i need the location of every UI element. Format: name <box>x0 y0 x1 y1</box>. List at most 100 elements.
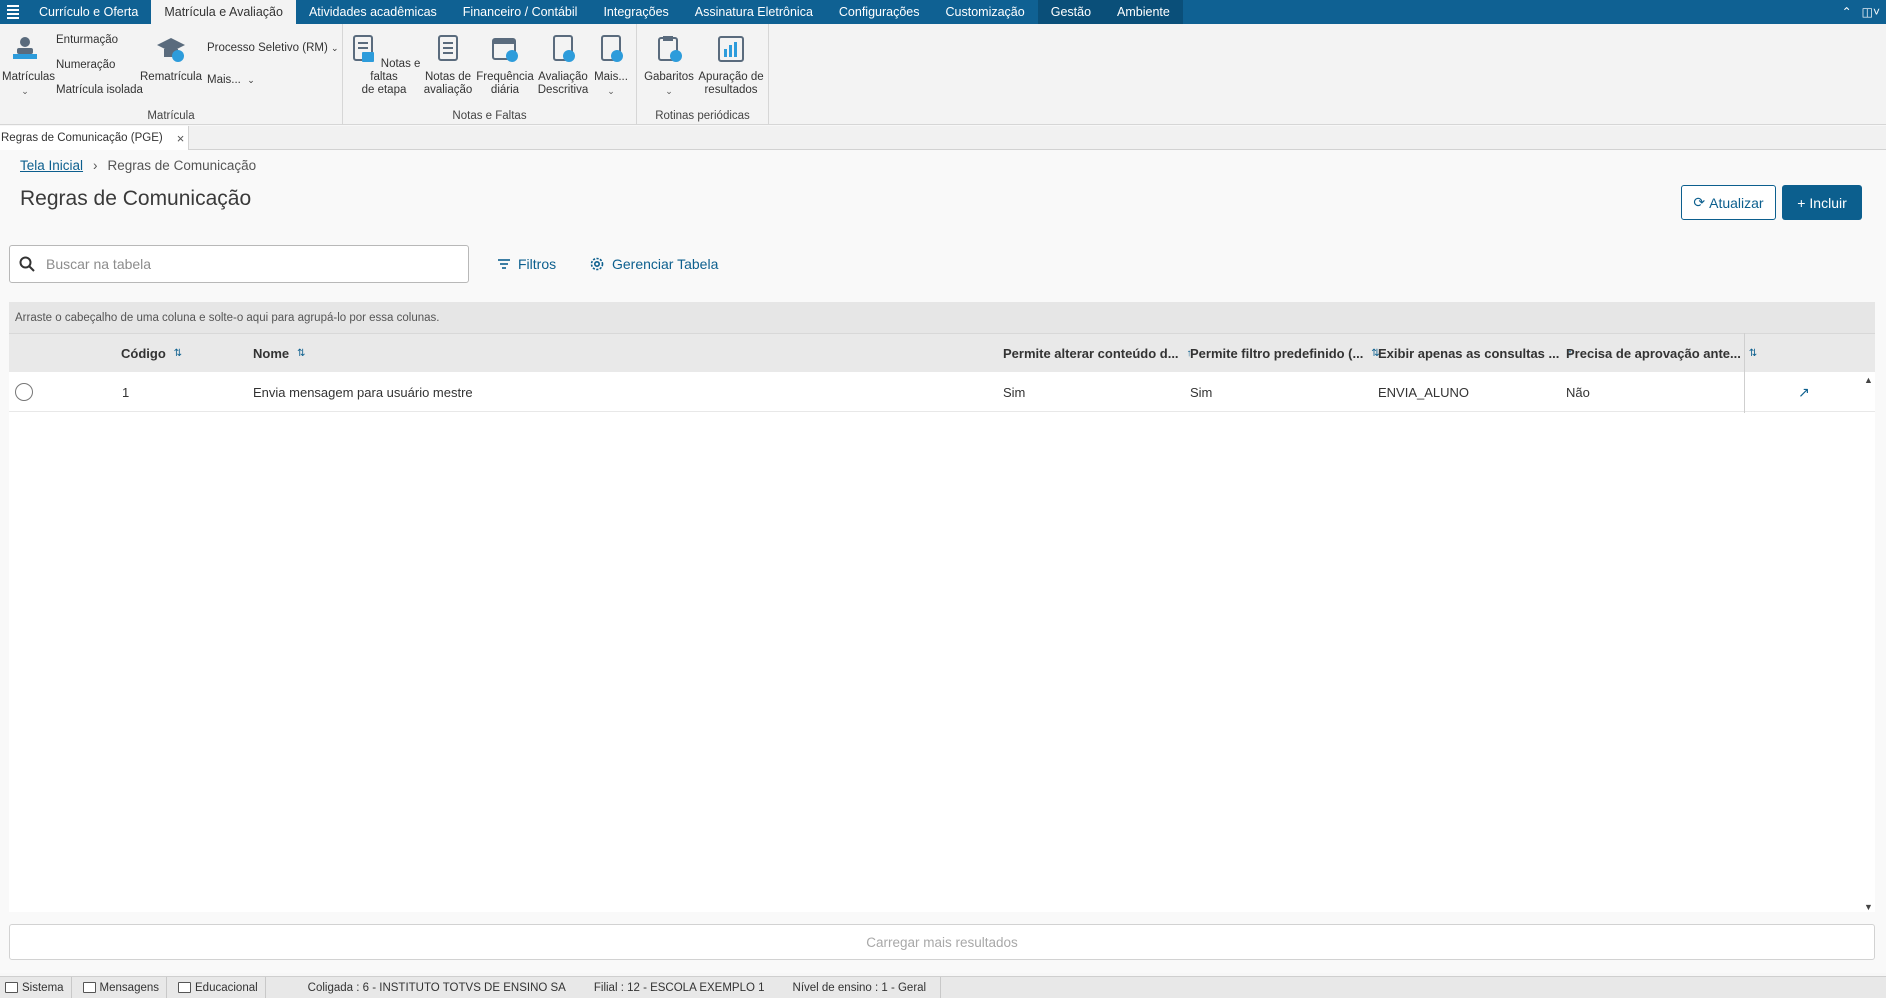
ribbon-group-notas: Notas e faltas de etapa Notas de avaliação… <box>343 24 637 125</box>
table-row[interactable]: 1 Envia mensagem para usuário mestre Sim… <box>9 372 1875 412</box>
sort-icon[interactable]: ⇅ <box>297 348 305 359</box>
sort-icon[interactable]: ⇅ <box>1749 348 1757 359</box>
chevron-down-icon: ⌄ <box>665 86 673 96</box>
clipboard-check-icon <box>658 36 682 62</box>
enturmacao-button[interactable]: Enturmação <box>56 34 118 46</box>
search-icon <box>19 256 35 272</box>
cell-precisa-aprovacao: Não <box>1566 384 1590 400</box>
message-icon <box>82 982 96 993</box>
apuracao-resultados-button[interactable]: Apuração de resultados <box>697 34 765 97</box>
scrollbar[interactable]: ▲ ▼ <box>1862 372 1875 912</box>
column-header-exibir-consultas[interactable]: Exibir apenas as consultas ... ↑ <box>1378 334 1572 373</box>
scroll-down-icon[interactable]: ▼ <box>1864 902 1873 912</box>
cell-permite-filtro: Sim <box>1190 384 1213 400</box>
ribbon-group-label: Notas e Faltas <box>452 110 527 122</box>
chevron-down-icon: ⌄ <box>21 86 29 96</box>
ribbon: Matrículas ⌄ Enturmação Numeração Matríc… <box>0 24 1886 125</box>
breadcrumb-current: Regras de Comunicação <box>107 158 257 173</box>
plus-icon: + <box>1797 194 1806 211</box>
manage-table-button[interactable]: Gerenciar Tabela <box>589 245 718 283</box>
graduation-cap-icon <box>157 38 185 62</box>
teacher-icon <box>13 37 37 59</box>
mais-matricula-button[interactable]: Mais... ⌄ <box>207 74 255 86</box>
notas-avaliacao-button[interactable]: Notas de avaliação <box>422 34 474 97</box>
app-icon <box>178 982 192 993</box>
page-title: Regras de Comunicação <box>20 187 252 210</box>
cell-exibir-consultas: ENVIA_ALUNO <box>1378 384 1470 400</box>
column-divider <box>1744 333 1745 413</box>
menu-grid-icon[interactable] <box>0 0 26 24</box>
radio-button[interactable] <box>15 383 33 401</box>
search-box <box>9 245 469 283</box>
chevron-down-icon: ⌄ <box>331 43 339 53</box>
mais-notas-button[interactable]: Mais... ⌄ <box>592 34 630 98</box>
monitor-icon <box>5 982 18 993</box>
ribbon-group-rotinas: Gabaritos ⌄ Apuração de resultados Rotina… <box>637 24 769 125</box>
row-select-radio[interactable] <box>15 372 33 412</box>
status-mensagens[interactable]: Mensagens <box>78 976 168 998</box>
status-nivel: Nível de ensino : 1 - Geral <box>779 976 942 998</box>
search-input[interactable] <box>46 256 446 272</box>
status-coligada: Coligada : 6 - INSTITUTO TOTVS DE ENSINO… <box>307 981 566 994</box>
data-grid: Arraste o cabeçalho de uma coluna e solt… <box>9 302 1875 912</box>
scroll-up-icon[interactable]: ▲ <box>1864 375 1873 385</box>
avaliacao-descritiva-button[interactable]: Avaliação Descritiva <box>535 34 591 97</box>
refresh-button[interactable]: ⟳ Atualizar <box>1681 185 1776 220</box>
processo-seletivo-button[interactable]: Processo Seletivo (RM) ⌄ <box>207 42 339 54</box>
cell-nome: Envia mensagem para usuário mestre <box>253 384 473 400</box>
matriculas-button[interactable]: Matrículas ⌄ <box>2 34 55 98</box>
gabaritos-button[interactable]: Gabaritos ⌄ <box>641 34 697 98</box>
menu-tab-integracoes[interactable]: Integrações <box>590 0 681 24</box>
menu-tab-configuracoes[interactable]: Configurações <box>826 0 933 24</box>
column-header-precisa-aprovacao[interactable]: Precisa de aprovação ante... ⇅ <box>1566 334 1757 373</box>
layout-icon[interactable]: ◫˅ <box>1862 5 1880 19</box>
ribbon-group-label: Rotinas periódicas <box>655 110 750 122</box>
document-add-icon <box>601 35 623 62</box>
status-sistema[interactable]: Sistema <box>0 976 72 998</box>
ribbon-group-label: Matrícula <box>147 110 195 122</box>
close-icon[interactable]: × <box>177 131 185 146</box>
group-drop-area[interactable]: Arraste o cabeçalho de uma coluna e solt… <box>9 302 1875 333</box>
column-header-permite-filtro[interactable]: Permite filtro predefinido (... ⇅ <box>1190 334 1380 373</box>
menu-tab-assinatura[interactable]: Assinatura Eletrônica <box>682 0 826 24</box>
add-button[interactable]: + Incluir <box>1782 185 1862 220</box>
calendar-check-icon <box>492 38 518 62</box>
gear-icon <box>590 257 604 271</box>
sort-icon[interactable]: ⇅ <box>174 348 182 359</box>
column-header-codigo[interactable]: Código ⇅ <box>121 334 182 373</box>
menu-tab-gestao[interactable]: Gestão <box>1037 0 1105 24</box>
document-list-icon <box>352 35 374 62</box>
menu-tab-curriculo[interactable]: Currículo e Oferta <box>26 0 151 24</box>
filters-button[interactable]: Filtros <box>497 245 556 283</box>
grid-header: Código ⇅ Nome ⇅ Permite alterar conteúdo d… <box>9 333 1875 372</box>
status-educacional[interactable]: Educacional <box>173 976 266 998</box>
breadcrumb-home-link[interactable]: Tela Inicial <box>20 158 83 173</box>
matricula-isolada-button[interactable]: Matrícula isolada <box>56 84 143 96</box>
refresh-icon: ⟳ <box>1693 194 1706 210</box>
bar-chart-icon <box>718 36 744 62</box>
menu-tab-matricula[interactable]: Matrícula e Avaliação <box>151 0 296 24</box>
column-header-nome[interactable]: Nome ⇅ <box>253 334 306 373</box>
ribbon-group-matricula: Matrículas ⌄ Enturmação Numeração Matríc… <box>0 24 343 125</box>
doc-tab-regras[interactable]: Regras de Comunicação (PGE) × <box>0 126 190 150</box>
open-detail-icon[interactable]: ↗ <box>1798 372 1810 412</box>
chevron-down-icon: ⌄ <box>247 75 255 85</box>
cell-permite-alterar: Sim <box>1003 384 1026 400</box>
filter-icon <box>498 259 510 269</box>
menu-tab-ambiente[interactable]: Ambiente <box>1104 0 1183 24</box>
document-tabs: Regras de Comunicação (PGE) × <box>0 126 1886 150</box>
rematricula-button[interactable]: Rematrícula <box>140 34 202 84</box>
menu-tab-customizacao[interactable]: Customização <box>933 0 1038 24</box>
cell-codigo: 1 <box>122 384 130 400</box>
column-header-permite-alterar[interactable]: Permite alterar conteúdo d... ↑ <box>1003 334 1192 373</box>
status-bar: Sistema Mensagens Educacional Coligada :… <box>0 976 1886 998</box>
collapse-ribbon-icon[interactable]: ⌃ <box>1842 5 1852 19</box>
menu-tab-financeiro[interactable]: Financeiro / Contábil <box>450 0 591 24</box>
notas-faltas-etapa-button[interactable]: Notas e faltas de etapa <box>347 34 421 97</box>
load-more-button[interactable]: Carregar mais resultados <box>9 924 1875 960</box>
breadcrumb-separator-icon: › <box>93 158 98 173</box>
numeracao-button[interactable]: Numeração <box>56 59 115 71</box>
menu-tab-atividades[interactable]: Atividades acadêmicas <box>296 0 450 24</box>
main-content: Tela Inicial › Regras de Comunicação Reg… <box>0 150 1886 973</box>
frequencia-diaria-button[interactable]: Frequência diária <box>476 34 534 97</box>
